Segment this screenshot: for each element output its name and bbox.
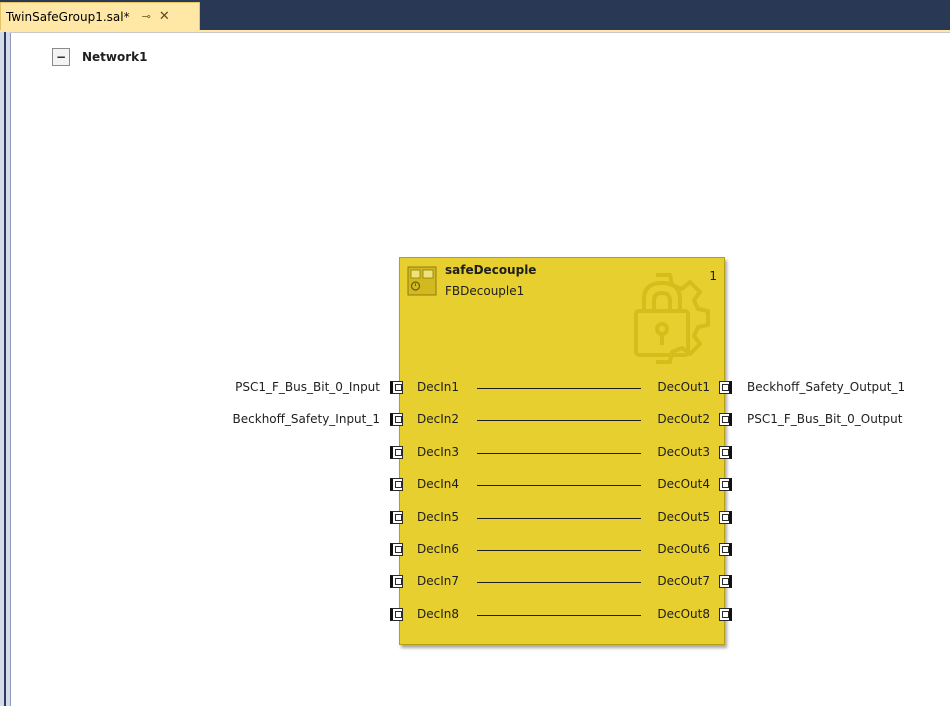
- decouple-wire: [477, 485, 641, 486]
- decouple-wire: [477, 550, 641, 551]
- io-row: DecIn4 DecOut4: [0, 477, 950, 493]
- output-port-label: DecOut4: [657, 477, 710, 491]
- output-pin-icon[interactable]: [719, 543, 732, 556]
- input-variable[interactable]: Beckhoff_Safety_Input_1: [233, 412, 380, 426]
- input-pin-icon[interactable]: [390, 413, 403, 426]
- output-port-label: DecOut1: [657, 380, 710, 394]
- minus-icon: −: [55, 50, 67, 64]
- decouple-wire: [477, 582, 641, 583]
- network-collapse-button[interactable]: −: [52, 48, 70, 66]
- input-pin-icon[interactable]: [390, 511, 403, 524]
- network-label: Network1: [82, 50, 148, 64]
- input-port-label: DecIn2: [417, 412, 459, 426]
- tab-title: TwinSafeGroup1.sal*: [6, 9, 130, 24]
- editor-left-rule: [4, 32, 6, 706]
- output-port-label: DecOut8: [657, 607, 710, 621]
- input-port-label: DecIn6: [417, 542, 459, 556]
- io-row: Beckhoff_Safety_Input_1 DecIn2 DecOut2 P…: [0, 412, 950, 428]
- fb-instance-name: FBDecouple1: [445, 284, 525, 298]
- safety-gear-lock-icon: [634, 273, 710, 364]
- io-row: DecIn8 DecOut8: [0, 607, 950, 623]
- input-variable[interactable]: PSC1_F_Bus_Bit_0_Input: [235, 380, 380, 394]
- input-pin-icon[interactable]: [390, 381, 403, 394]
- io-row: DecIn3 DecOut3: [0, 445, 950, 461]
- output-pin-icon[interactable]: [719, 608, 732, 621]
- io-row: DecIn6 DecOut6: [0, 542, 950, 558]
- output-port-label: DecOut3: [657, 445, 710, 459]
- decouple-wire: [477, 420, 641, 421]
- input-port-label: DecIn8: [417, 607, 459, 621]
- output-variable[interactable]: PSC1_F_Bus_Bit_0_Output: [747, 412, 902, 426]
- io-row: PSC1_F_Bus_Bit_0_Input DecIn1 DecOut1 Be…: [0, 380, 950, 396]
- output-pin-icon[interactable]: [719, 446, 732, 459]
- output-port-label: DecOut5: [657, 510, 710, 524]
- input-port-label: DecIn3: [417, 445, 459, 459]
- io-row: DecIn5 DecOut5: [0, 510, 950, 526]
- input-port-label: DecIn4: [417, 477, 459, 491]
- output-pin-icon[interactable]: [719, 381, 732, 394]
- input-pin-icon[interactable]: [390, 543, 403, 556]
- decouple-wire: [477, 388, 641, 389]
- pin-icon[interactable]: ⊸: [142, 10, 151, 23]
- output-pin-icon[interactable]: [719, 575, 732, 588]
- close-icon[interactable]: ✕: [159, 9, 170, 24]
- input-port-label: DecIn7: [417, 574, 459, 588]
- output-port-label: DecOut7: [657, 574, 710, 588]
- output-pin-icon[interactable]: [719, 413, 732, 426]
- input-pin-icon[interactable]: [390, 575, 403, 588]
- decouple-wire: [477, 518, 641, 519]
- output-pin-icon[interactable]: [719, 511, 732, 524]
- document-tab[interactable]: TwinSafeGroup1.sal* ⊸ ✕: [0, 2, 200, 30]
- input-pin-icon[interactable]: [390, 446, 403, 459]
- output-variable[interactable]: Beckhoff_Safety_Output_1: [747, 380, 905, 394]
- input-port-label: DecIn1: [417, 380, 459, 394]
- fb-type-name: safeDecouple: [445, 263, 537, 277]
- input-pin-icon[interactable]: [390, 478, 403, 491]
- io-row: DecIn7 DecOut7: [0, 574, 950, 590]
- output-port-label: DecOut6: [657, 542, 710, 556]
- output-pin-icon[interactable]: [719, 478, 732, 491]
- input-port-label: DecIn5: [417, 510, 459, 524]
- network-header: − Network1: [52, 48, 148, 66]
- output-port-label: DecOut2: [657, 412, 710, 426]
- decouple-wire: [477, 453, 641, 454]
- safety-fb-icon: [407, 266, 437, 296]
- input-pin-icon[interactable]: [390, 608, 403, 621]
- decouple-wire: [477, 615, 641, 616]
